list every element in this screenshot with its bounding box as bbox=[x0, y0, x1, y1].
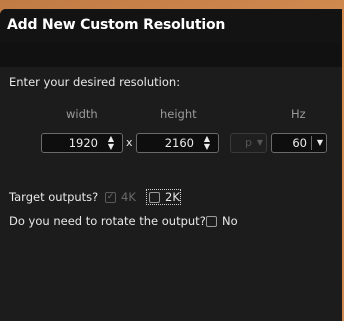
add-custom-resolution-dialog: Add New Custom Resolution Enter your des… bbox=[0, 9, 342, 321]
scan-type-dropdown: p ▼ bbox=[230, 133, 267, 153]
up-down-arrows-icon[interactable]: ▲ ▼ bbox=[202, 135, 212, 151]
output-2k-checkbox[interactable] bbox=[149, 192, 160, 203]
resolution-separator: x bbox=[126, 136, 133, 149]
rotate-question: Do you need to rotate the output? bbox=[9, 214, 206, 228]
height-spinbox[interactable]: 2160 ▲ ▼ bbox=[136, 133, 219, 153]
up-down-arrows-icon[interactable]: ▲ ▼ bbox=[106, 135, 116, 151]
rotate-no-checkbox[interactable] bbox=[206, 216, 217, 227]
width-column-label: width bbox=[66, 107, 98, 121]
check-icon: ✓ bbox=[106, 192, 115, 202]
refresh-rate-dropdown[interactable]: 60 ▼ bbox=[271, 133, 327, 153]
height-value: 2160 bbox=[164, 136, 194, 150]
dialog-title-bar: Add New Custom Resolution bbox=[0, 9, 342, 43]
output-4k-label: 4K bbox=[121, 190, 136, 204]
dropdown-divider bbox=[311, 136, 312, 150]
rotate-no-label[interactable]: No bbox=[222, 214, 238, 228]
output-4k-checkbox: ✓ bbox=[105, 192, 116, 203]
scan-type-value: p bbox=[245, 136, 252, 149]
target-outputs-label: Target outputs? bbox=[9, 190, 99, 204]
hz-column-label: Hz bbox=[291, 107, 306, 121]
dialog-header-strip bbox=[0, 43, 342, 67]
width-spinbox[interactable]: 1920 ▲ ▼ bbox=[41, 133, 123, 153]
width-value: 1920 bbox=[68, 136, 98, 150]
dialog-title: Add New Custom Resolution bbox=[7, 17, 226, 33]
resolution-prompt: Enter your desired resolution: bbox=[9, 75, 181, 89]
refresh-rate-value: 60 bbox=[292, 136, 307, 150]
chevron-down-icon: ▼ bbox=[256, 138, 263, 147]
output-2k-label[interactable]: 2K bbox=[165, 190, 180, 204]
chevron-down-icon[interactable]: ▼ bbox=[317, 138, 323, 147]
height-column-label: height bbox=[160, 107, 197, 121]
